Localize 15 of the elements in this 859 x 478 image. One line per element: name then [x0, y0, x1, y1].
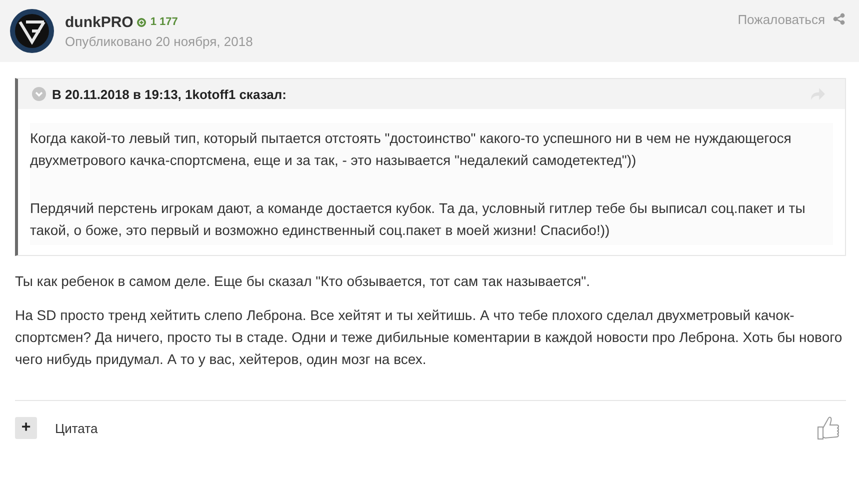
post-date: Опубликовано 20 ноября, 2018 — [65, 34, 253, 48]
plus-circle-icon — [137, 18, 146, 26]
reputation-count: 1 177 — [150, 16, 178, 28]
quote-button[interactable]: Цитата — [55, 420, 98, 436]
author-name[interactable]: dunkPRO — [65, 14, 134, 30]
post-paragraph: На SD просто тренд хейтить слепо Леброна. Все хейтят и ты хейтишь. А что тебе плохого сделал двухметровый качок-спортсмен? Да ничего, просто ты в стаде. Одни и теже дибильные коментарии в каждой новости про Леброна. Хоть бы нового чего нибудь придумал. А то у вас, хейтеров, один мозг на всех. — [15, 306, 844, 369]
quote-header: В 20.11.2018 в 19:13, 1kotoff1 сказал: — [52, 86, 286, 102]
share-icon[interactable] — [833, 13, 845, 25]
quote-paragraph: Пердячий перстень игрокам дают, а команде достается кубок. Та да, условный гитлер тебе бы выписал соц.пакет и ты такой, о боже, это первый и возможно единственный соц.пакет в моей жизни! Спасибо!)) — [30, 199, 806, 240]
thumbs-up-icon[interactable] — [816, 415, 840, 441]
multiquote-button[interactable]: + — [15, 417, 37, 439]
post-paragraph: Ты как ребенок в самом деле. Еще бы сказал "Кто обзывается, тот сам так называется". — [15, 272, 592, 291]
avatar-icon[interactable] — [10, 9, 54, 53]
expand-toggle-icon[interactable] — [32, 87, 46, 101]
quote-paragraph: Когда какой-то левый тип, который пытается отстоять "достоинство" какого-то успешного ни в чем не нуждающегося двухметрового качка-спортсмена, еще и за так, - это называется "недалекий самодетектед")) — [30, 129, 792, 170]
